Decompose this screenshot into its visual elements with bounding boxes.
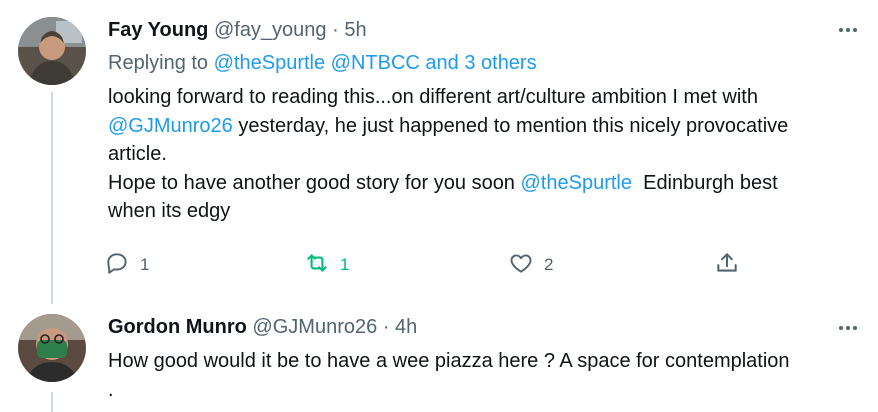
text-segment: Hope to have another good story for you … (108, 171, 521, 194)
tweet-fay-young[interactable]: Fay Young @fay_young · 5h Replying to @t… (0, 0, 878, 304)
tweet-text: How good would it be to have a wee piazz… (108, 347, 868, 404)
reply-button[interactable]: 1 (104, 251, 149, 279)
author-name[interactable]: Gordon Munro (108, 316, 247, 338)
author-name[interactable]: Fay Young (108, 19, 208, 41)
text-line: when its edgy (108, 200, 231, 222)
author-handle[interactable]: @GJMunro26 (252, 316, 377, 338)
reply-icon (104, 250, 130, 281)
like-count: 2 (544, 255, 554, 274)
like-icon (508, 250, 534, 281)
tweet-header: Gordon Munro @GJMunro26 · 4h (108, 315, 417, 339)
text-line: Hope to have another good story for you … (108, 169, 868, 198)
replying-prefix: Replying to (108, 52, 209, 74)
more-icon[interactable] (836, 18, 860, 42)
retweet-icon (304, 250, 330, 281)
retweet-button[interactable]: 1 (304, 251, 349, 279)
timestamp[interactable]: 5h (344, 19, 366, 41)
text-segment: Edinburgh best (631, 171, 778, 194)
reply-count: 1 (140, 255, 150, 274)
text-line: article. (108, 143, 167, 165)
separator: · (382, 316, 390, 338)
like-button[interactable]: 2 (508, 251, 553, 279)
more-icon[interactable] (836, 316, 860, 340)
text-line: looking forward to reading this...on dif… (108, 86, 758, 108)
tweet-actions: 1 1 2 (104, 251, 764, 279)
tweet-header: Fay Young @fay_young · 5h (108, 18, 367, 42)
share-button[interactable] (714, 251, 740, 279)
timestamp[interactable]: 4h (395, 316, 417, 338)
tweet-gordon-munro[interactable]: Gordon Munro @GJMunro26 · 4h How good wo… (0, 300, 878, 412)
mention-link[interactable]: @theSpurtle (521, 172, 632, 194)
mention-link[interactable]: @GJMunro26 (108, 115, 233, 137)
thread-line (51, 92, 53, 304)
avatar[interactable] (18, 17, 86, 85)
avatar[interactable] (18, 314, 86, 382)
text-line: How good would it be to have a wee piazz… (108, 350, 790, 372)
share-icon (714, 250, 740, 281)
text-segment: yesterday, he just happened to mention t… (232, 114, 789, 137)
author-handle[interactable]: @fay_young (214, 19, 327, 41)
retweet-count: 1 (340, 255, 350, 274)
tweet-text: looking forward to reading this...on dif… (108, 83, 868, 226)
replying-to-link[interactable]: @theSpurtle @NTBCC and 3 others (214, 52, 537, 74)
text-line: . (108, 378, 114, 401)
separator: · (332, 19, 339, 41)
text-line: @GJMunro26 yesterday, he just happened t… (108, 112, 868, 141)
thread-line (51, 392, 53, 412)
replying-to: Replying to @theSpurtle @NTBCC and 3 oth… (108, 51, 537, 75)
